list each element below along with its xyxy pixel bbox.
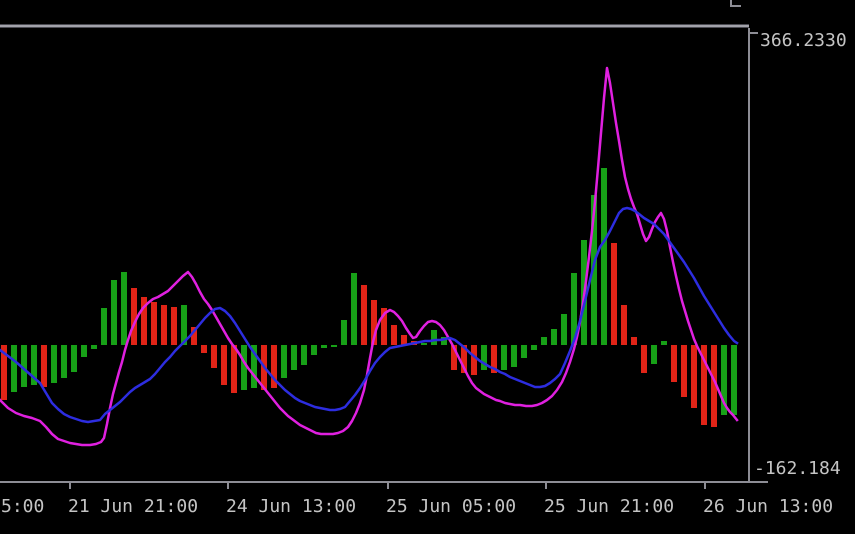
- y-axis-max-label: 366.2330: [760, 30, 847, 51]
- indicator-chart: 366.2330 -162.184 5:00 21 Jun 21:00 24 J…: [0, 0, 855, 534]
- separator-edge-top: [0, 24, 749, 25]
- x-axis-tick: [69, 483, 71, 489]
- x-axis-label-4: 25 Jun 21:00: [544, 496, 674, 517]
- x-axis-tick: [227, 483, 229, 489]
- panel-separator[interactable]: [0, 24, 749, 28]
- y-axis-max-tick: [748, 32, 758, 34]
- indicator-subwindow: 366.2330 -162.184 5:00 21 Jun 21:00 24 J…: [0, 0, 855, 534]
- x-axis-label-5: 26 Jun 13:00: [703, 496, 833, 517]
- x-axis-tick: [545, 483, 547, 489]
- y-axis-min-label: -162.184: [754, 458, 841, 479]
- separator-edge-bottom: [0, 27, 749, 28]
- x-axis-label-3: 25 Jun 05:00: [386, 496, 516, 517]
- x-axis-label-2: 24 Jun 13:00: [226, 496, 356, 517]
- x-axis-label-0: 5:00: [1, 496, 44, 517]
- separator-groove: [0, 25, 749, 27]
- right-border: [748, 28, 750, 483]
- x-axis-label-1: 21 Jun 21:00: [68, 496, 198, 517]
- x-axis-tick: [387, 483, 389, 489]
- upper-panel-axis-tick: [730, 5, 741, 7]
- chart-plot-area[interactable]: [0, 28, 748, 481]
- bottom-border: [0, 481, 768, 483]
- x-axis-tick: [704, 483, 706, 489]
